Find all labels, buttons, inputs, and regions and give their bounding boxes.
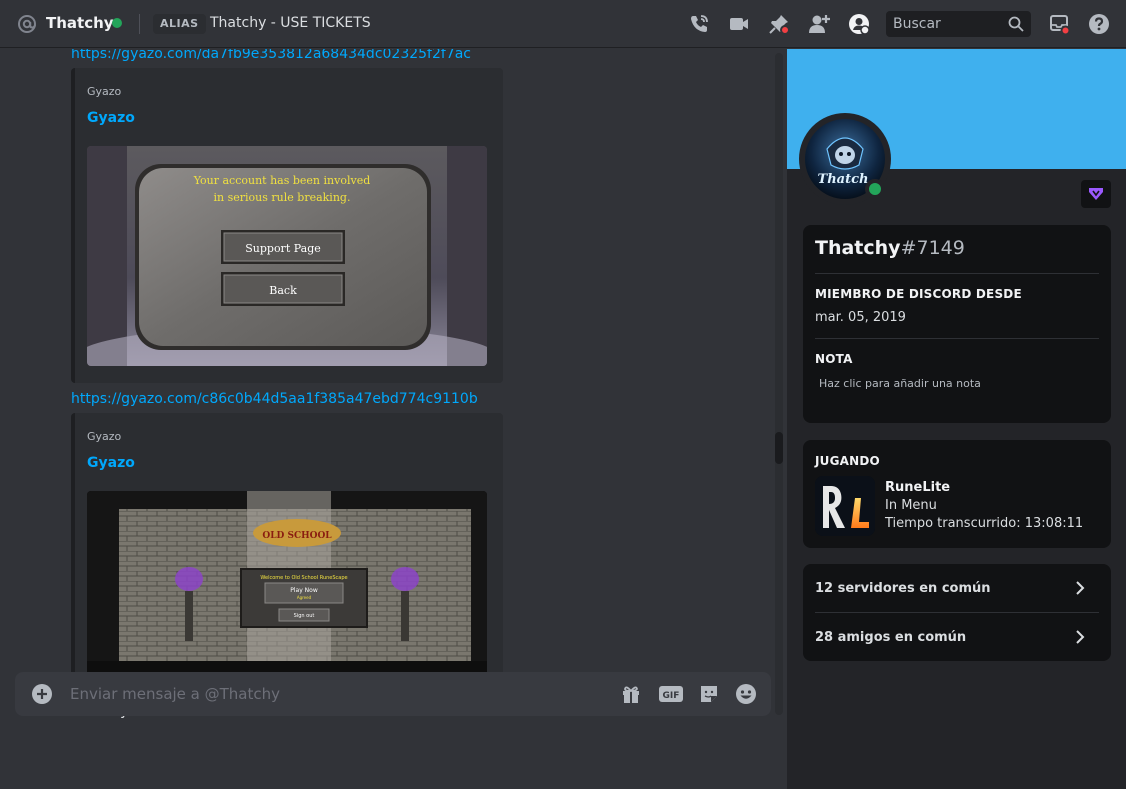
gif-label: GIF [663,691,680,701]
pin-icon[interactable] [767,12,791,36]
alias-tag: ALIAS [153,14,206,34]
gyazo-embed-2: Gyazo Gyazo OLD SCHOOL Welcome to Old Sc… [71,413,503,695]
dm-username[interactable]: Thatchy [46,14,114,32]
user-profile-icon[interactable] [847,12,871,36]
play-now-sub: Agreed [297,595,312,600]
message-input[interactable] [70,672,610,716]
gyazo-embed-1: Gyazo Gyazo Your account has been involv… [71,68,503,383]
member-since-date: mar. 05, 2019 [815,310,906,325]
search-icon [1008,16,1024,32]
at-icon [18,15,36,33]
message-composer: GIF [15,672,771,716]
avatar-online-status [865,179,885,199]
note-label: NOTA [815,352,853,366]
embed-provider[interactable]: Gyazo [87,85,121,98]
welcome-text: Welcome to Old School RuneScape [260,575,347,581]
sticker-icon[interactable] [697,682,721,706]
note-input[interactable]: Haz clic para añadir una nota [819,377,981,390]
embed-image-login-screen[interactable]: OLD SCHOOL Welcome to Old School RuneSca… [87,491,487,679]
embed-title[interactable]: Gyazo [87,455,135,471]
gif-icon[interactable]: GIF [658,682,684,706]
user-profile-panel: Thatch Thatchy#7149 MIEMBRO DE DISCORD D… [787,49,1126,789]
gyazo-link-2[interactable]: https://gyazo.com/c86c0b44d5aa1f385a47eb… [71,391,478,407]
username-text: Thatchy [815,237,901,259]
profile-info-card: Thatchy#7149 MIEMBRO DE DISCORD DESDE ma… [803,225,1111,423]
upload-plus-icon[interactable] [32,684,52,704]
scrollbar-track[interactable] [775,53,783,715]
video-call-icon[interactable] [727,12,751,36]
playing-label: JUGANDO [815,454,880,468]
inbox-icon[interactable] [1047,12,1071,36]
member-since-label: MIEMBRO DE DISCORD DESDE [815,287,1022,301]
gift-icon[interactable] [619,682,643,706]
game-name: RuneLite [885,480,951,495]
activity-card: JUGANDO RuneLite In Menu Tiempo transcur… [803,440,1111,548]
game-logo-text: OLD SCHOOL [262,531,332,541]
emoji-icon[interactable] [734,682,758,706]
search-input[interactable] [886,11,1006,37]
mutual-card: 12 servidores en común 28 amigos en comú… [803,564,1111,661]
divider [815,338,1099,339]
channel-header: Thatchy ALIAS Thatchy - USE TICKETS [0,0,1126,48]
discord-dm-window: Thatchy ALIAS Thatchy - USE TICKETS Busc… [0,0,1126,789]
game-elapsed-time: Tiempo transcurrido: 13:08:11 [885,516,1084,531]
search-box[interactable] [886,11,1031,37]
chevron-right-icon [1076,581,1085,595]
online-status-dot [112,18,122,28]
alias-text: Thatchy - USE TICKETS [210,15,371,31]
game-state: In Menu [885,498,937,513]
divider [815,273,1099,274]
mutual-friends-label: 28 amigos en común [815,629,967,645]
header-divider [139,14,140,34]
avatar-text: Thatch [818,172,869,187]
ban-message-line2: in serious rule breaking. [214,191,351,204]
chevron-right-icon [1076,630,1085,644]
profile-username[interactable]: Thatchy#7149 [815,237,965,259]
discriminator: #7149 [900,237,965,259]
sign-out-label: Sign out [294,613,315,619]
mutual-servers-row[interactable]: 12 servidores en común [815,564,1099,612]
play-now-label: Play Now [290,587,318,594]
ban-message-line1: Your account has been involved [193,174,371,187]
mutual-servers-label: 12 servidores en común [815,580,991,596]
embed-image-ban-screen[interactable]: Your account has been involved in seriou… [87,146,487,366]
help-icon[interactable] [1087,12,1111,36]
runelite-icon [815,476,875,536]
embed-title[interactable]: Gyazo [87,110,135,126]
back-label: Back [269,284,297,297]
embed-provider[interactable]: Gyazo [87,430,121,443]
support-page-label: Support Page [245,242,321,255]
add-friend-icon[interactable] [807,12,831,36]
gyazo-link-1[interactable]: https://gyazo.com/da7fb9e353812a68434dc0… [71,49,471,62]
nitro-badge-icon[interactable] [1081,180,1111,208]
scrollbar-thumb[interactable] [775,432,783,464]
call-icon[interactable] [687,12,711,36]
mutual-friends-row[interactable]: 28 amigos en común [815,613,1099,661]
